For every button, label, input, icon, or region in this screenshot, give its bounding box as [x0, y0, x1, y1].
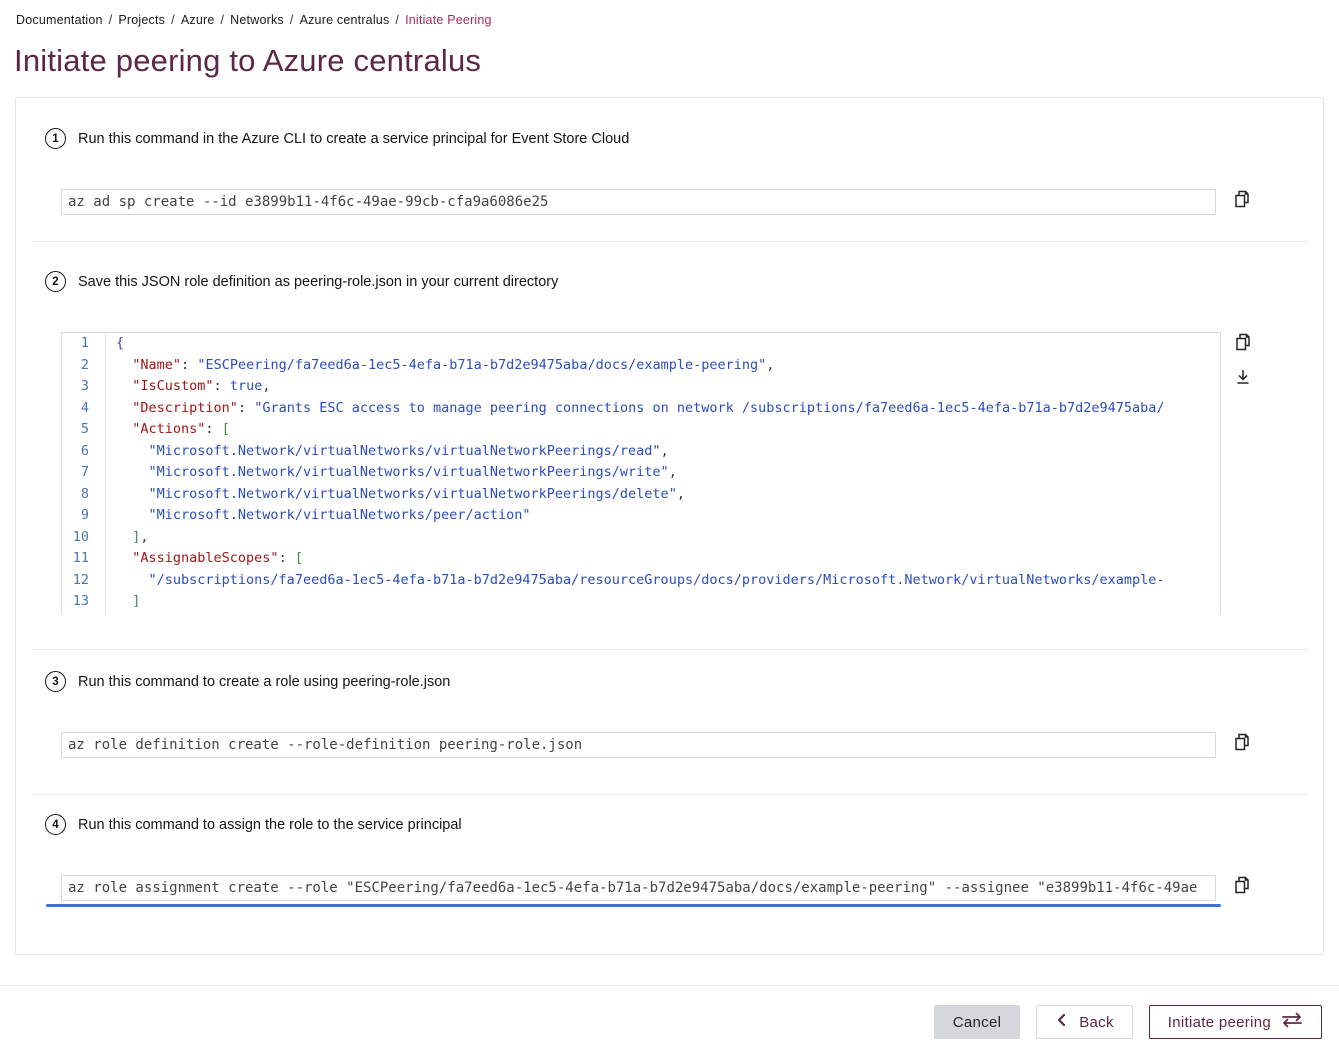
copy-button-4[interactable] — [1231, 875, 1253, 897]
step-3-number: 3 — [45, 671, 66, 692]
section-divider — [32, 649, 1308, 650]
step-1-number: 1 — [45, 128, 66, 149]
back-button-label: Back — [1079, 1014, 1114, 1031]
code-line: 6 "Microsoft.Network/virtualNetworks/vir… — [62, 441, 1220, 463]
code-line: 12 "/subscriptions/fa7eed6a-1ec5-4efa-b7… — [62, 570, 1220, 592]
command-row-3 — [61, 732, 1253, 758]
line-number: 9 — [62, 505, 106, 527]
breadcrumb-separator: / — [220, 13, 224, 27]
line-number: 5 — [62, 419, 106, 441]
code-line: 1{ — [62, 333, 1220, 355]
command-input-1[interactable] — [61, 189, 1216, 215]
cancel-button[interactable]: Cancel — [934, 1005, 1021, 1039]
chevron-left-icon — [1055, 1013, 1069, 1031]
step-1-text: Run this command in the Azure CLI to cre… — [78, 131, 629, 147]
command-row-1 — [61, 189, 1253, 215]
peering-wizard-card: 1 Run this command in the Azure CLI to c… — [15, 97, 1324, 955]
line-number: 10 — [62, 527, 106, 549]
code-line: 13 ] — [62, 591, 1220, 613]
step-2-number: 2 — [45, 271, 66, 292]
copy-button-3[interactable] — [1231, 732, 1253, 754]
code-line: 2 "Name": "ESCPeering/fa7eed6a-1ec5-4efa… — [62, 355, 1220, 377]
line-number: 13 — [62, 591, 106, 613]
code-line: 10 ], — [62, 527, 1220, 549]
line-number: 3 — [62, 376, 106, 398]
download-code-button[interactable] — [1232, 367, 1254, 389]
breadcrumb: Documentation / Projects / Azure / Networks / Az… — [0, 0, 1339, 27]
line-number: 11 — [62, 548, 106, 570]
command-input-3[interactable] — [61, 732, 1216, 758]
copy-icon — [1232, 875, 1252, 898]
code-line: 11 "AssignableScopes": [ — [62, 548, 1220, 570]
initiate-peering-button[interactable]: Initiate peering — [1149, 1005, 1322, 1039]
page-title: Initiate peering to Azure centralus — [14, 43, 1339, 79]
copy-icon — [1232, 189, 1252, 212]
step-2: 2 Save this JSON role definition as peer… — [45, 271, 558, 292]
breadcrumb-link-networks[interactable]: Networks — [230, 13, 284, 27]
footer-actions: Cancel Back Initiate peering — [0, 986, 1339, 1039]
breadcrumb-link-projects[interactable]: Projects — [118, 13, 165, 27]
line-number: 8 — [62, 484, 106, 506]
section-divider — [32, 241, 1308, 242]
line-number: 12 — [62, 570, 106, 592]
breadcrumb-link-azure-centralus[interactable]: Azure centralus — [300, 13, 390, 27]
section-divider — [32, 794, 1308, 795]
line-number: 4 — [62, 398, 106, 420]
step-4-number: 4 — [45, 814, 66, 835]
back-button[interactable]: Back — [1036, 1005, 1133, 1039]
code-editor-actions — [1232, 332, 1254, 389]
code-line: 4 "Description": "Grants ESC access to m… — [62, 398, 1220, 420]
code-line: 8 "Microsoft.Network/virtualNetworks/vir… — [62, 484, 1220, 506]
initiate-peering-button-label: Initiate peering — [1168, 1014, 1271, 1031]
code-line: 9 "Microsoft.Network/virtualNetworks/pee… — [62, 505, 1220, 527]
line-number: 6 — [62, 441, 106, 463]
breadcrumb-separator: / — [395, 13, 399, 27]
code-line: 14} — [62, 613, 1220, 615]
breadcrumb-separator: / — [171, 13, 175, 27]
code-lines: 1{2 "Name": "ESCPeering/fa7eed6a-1ec5-4e… — [62, 333, 1220, 614]
breadcrumb-link-azure[interactable]: Azure — [181, 13, 215, 27]
step-3: 3 Run this command to create a role usin… — [45, 671, 450, 692]
copy-code-button[interactable] — [1232, 332, 1254, 354]
copy-icon — [1232, 732, 1252, 755]
line-number: 1 — [62, 333, 106, 355]
step-1: 1 Run this command in the Azure CLI to c… — [45, 128, 629, 149]
breadcrumb-separator: / — [290, 13, 294, 27]
copy-button-1[interactable] — [1231, 189, 1253, 211]
line-number: 7 — [62, 462, 106, 484]
line-number: 2 — [62, 355, 106, 377]
code-line: 3 "IsCustom": true, — [62, 376, 1220, 398]
download-icon — [1233, 367, 1253, 390]
swap-arrows-icon — [1281, 1012, 1303, 1032]
breadcrumb-link-documentation[interactable]: Documentation — [16, 13, 103, 27]
code-editor[interactable]: 1{2 "Name": "ESCPeering/fa7eed6a-1ec5-4e… — [61, 332, 1221, 614]
breadcrumb-separator: / — [109, 13, 113, 27]
step-4-text: Run this command to assign the role to t… — [78, 817, 462, 833]
copy-icon — [1233, 332, 1253, 355]
step-4: 4 Run this command to assign the role to… — [45, 814, 462, 835]
cancel-button-label: Cancel — [953, 1014, 1002, 1031]
line-number: 14 — [62, 613, 106, 615]
code-line: 7 "Microsoft.Network/virtualNetworks/vir… — [62, 462, 1220, 484]
step-3-text: Run this command to create a role using … — [78, 674, 450, 690]
breadcrumb-current: Initiate Peering — [405, 13, 492, 27]
horizontal-scrollbar[interactable] — [46, 904, 1221, 907]
command-row-4 — [61, 875, 1253, 901]
step-2-text: Save this JSON role definition as peerin… — [78, 274, 558, 290]
code-line: 5 "Actions": [ — [62, 419, 1220, 441]
command-input-4[interactable] — [61, 875, 1216, 901]
